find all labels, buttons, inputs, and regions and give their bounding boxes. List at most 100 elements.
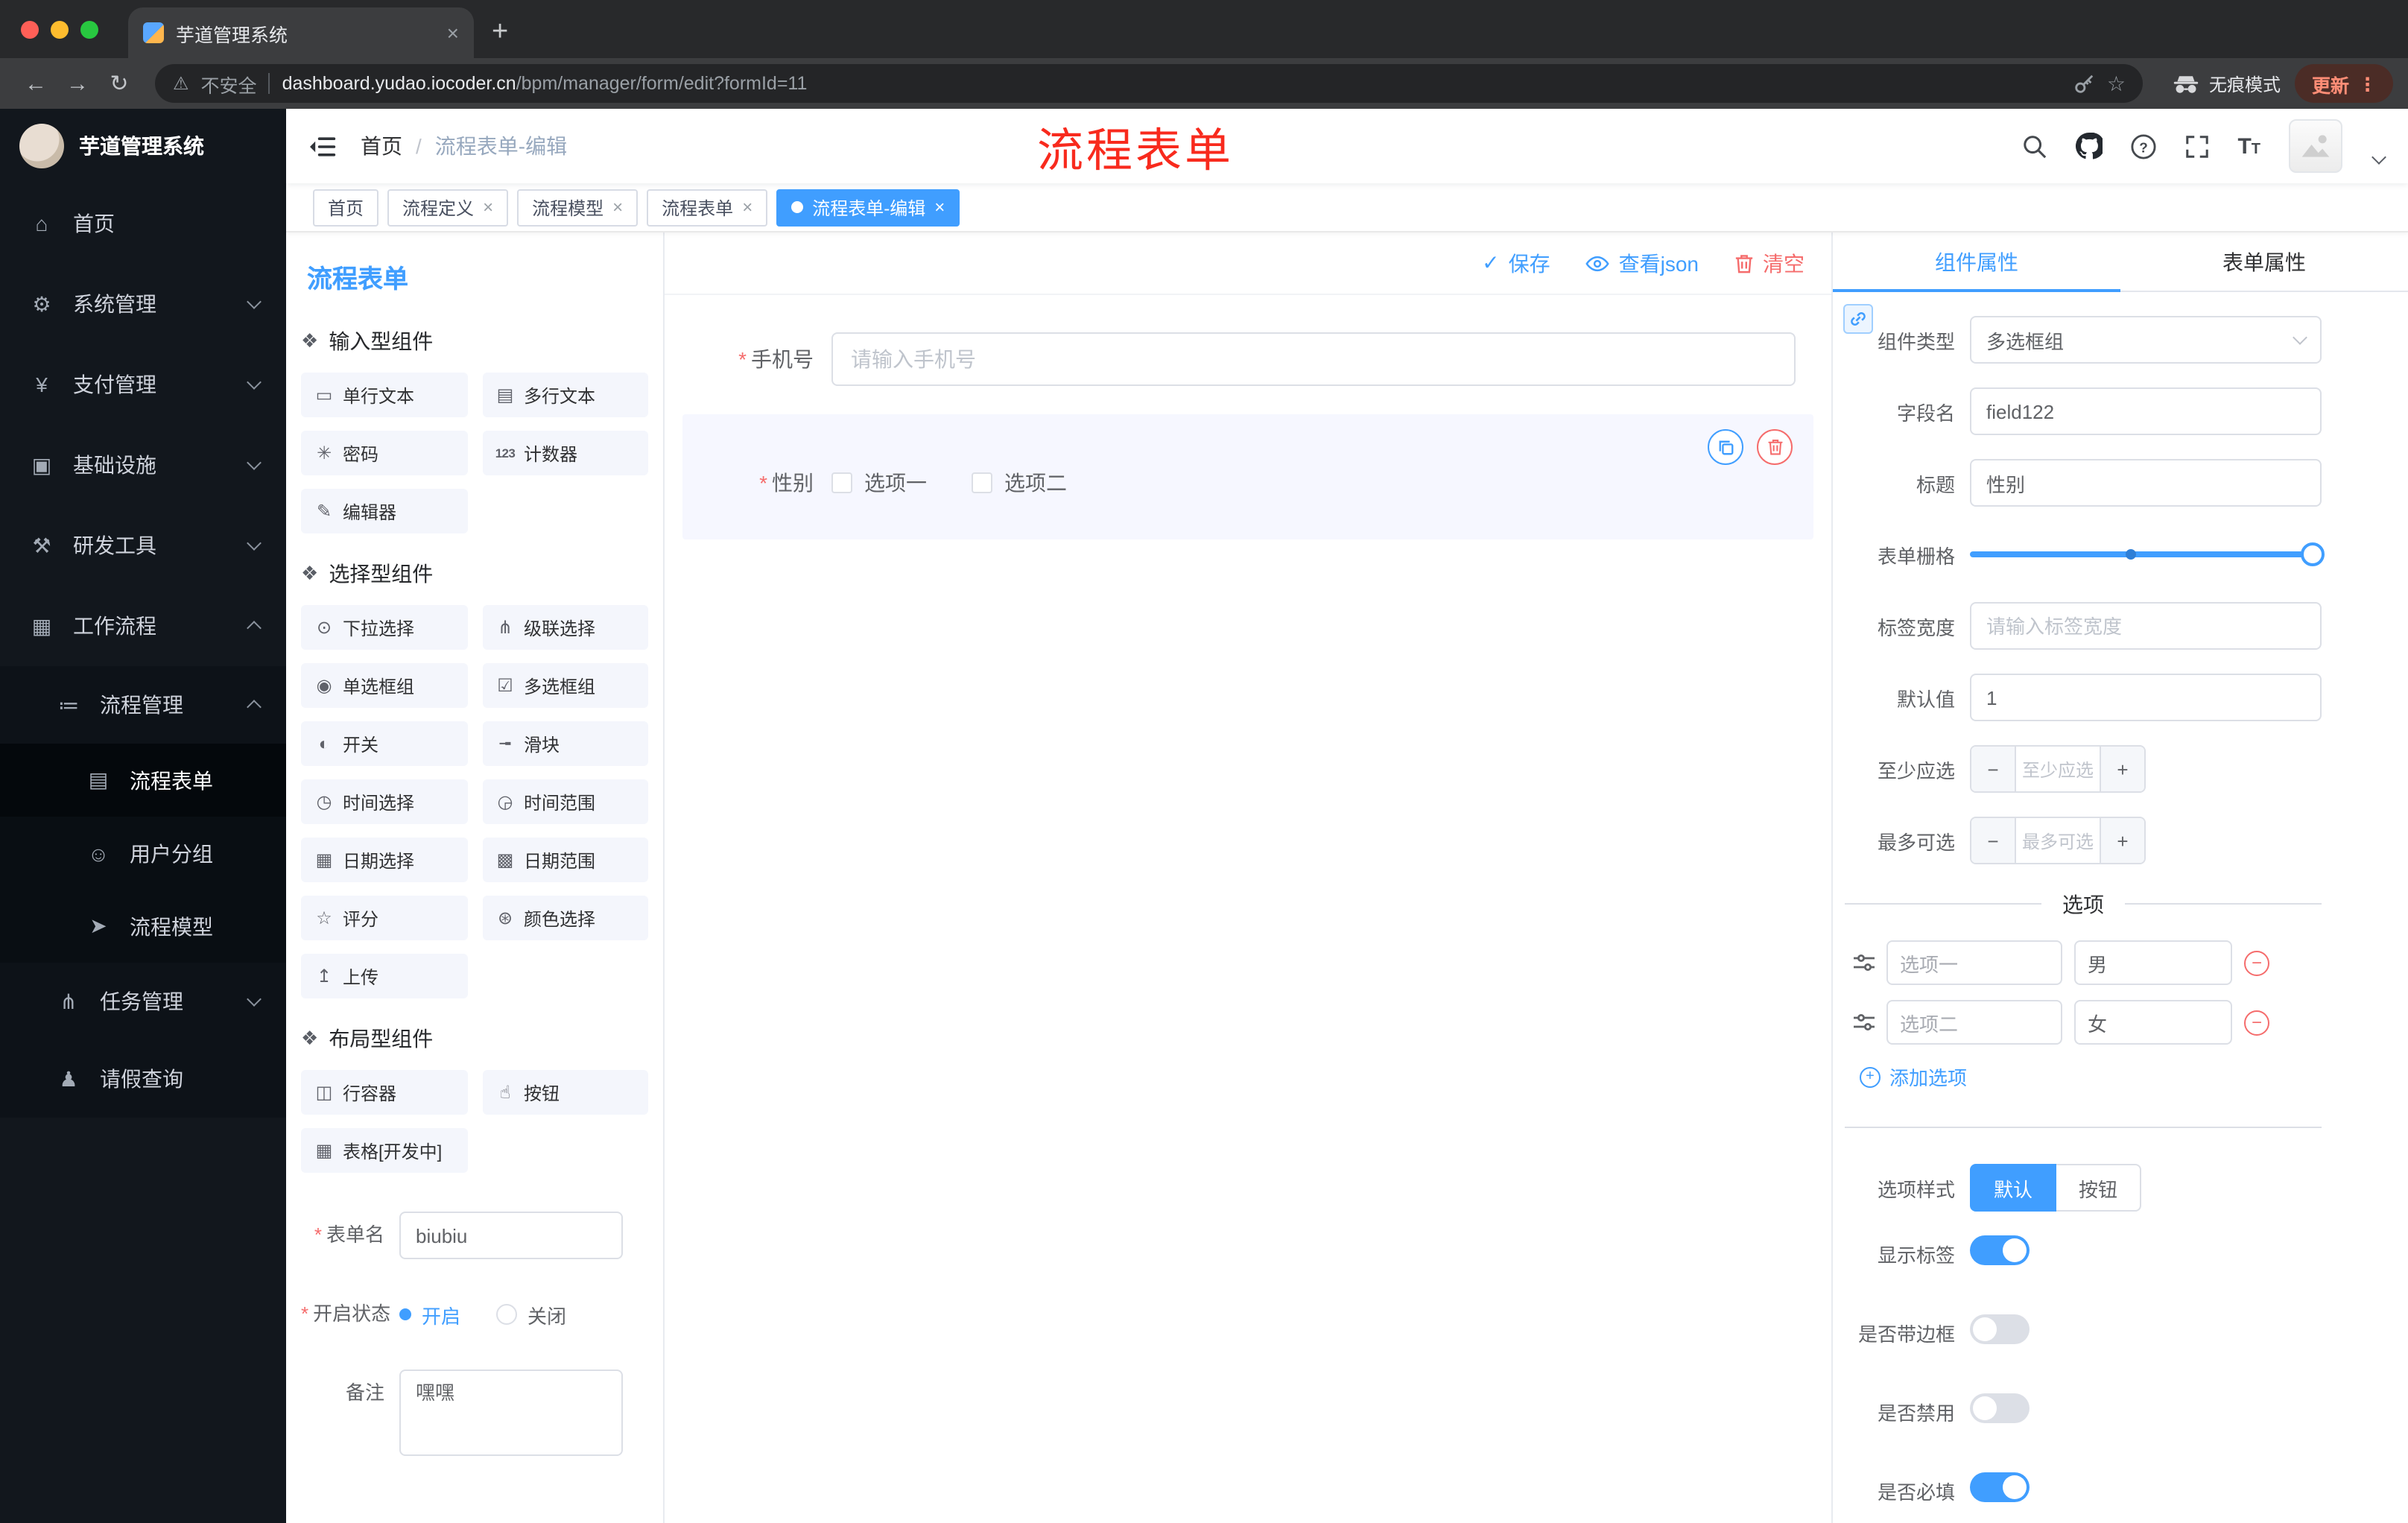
option-drag-icon[interactable] bbox=[1854, 954, 1875, 972]
avatar-caret-icon[interactable] bbox=[2371, 149, 2386, 164]
checkbox-option2[interactable]: 选项二 bbox=[972, 468, 1067, 498]
browser-menu-icon[interactable]: ⋮ bbox=[2358, 72, 2377, 95]
password-key-icon[interactable] bbox=[2073, 72, 2095, 95]
tag-home[interactable]: 首页 bbox=[313, 189, 379, 226]
stepper-placeholder[interactable]: 至少应选 bbox=[2016, 747, 2100, 791]
remove-option-button[interactable]: − bbox=[2244, 950, 2269, 975]
option-value-input[interactable] bbox=[2074, 940, 2232, 985]
component-type-select[interactable]: 多选框组 bbox=[1970, 316, 2322, 364]
chip-editor[interactable]: ✎ 编辑器 bbox=[301, 489, 467, 533]
breadcrumb-home[interactable]: 首页 bbox=[361, 131, 402, 161]
update-browser-button[interactable]: 更新 ⋮ bbox=[2295, 64, 2393, 103]
tag-close-icon[interactable]: × bbox=[612, 197, 623, 218]
tag-process-definition[interactable]: 流程定义 × bbox=[387, 189, 509, 226]
save-button[interactable]: ✓ 保存 bbox=[1482, 248, 1550, 278]
chip-color-picker[interactable]: ⊛ 颜色选择 bbox=[482, 896, 648, 940]
search-icon[interactable] bbox=[2021, 133, 2047, 159]
chip-time-picker[interactable]: ◷ 时间选择 bbox=[301, 779, 467, 824]
chip-button[interactable]: ☝ 按钮 bbox=[482, 1070, 648, 1115]
address-bar[interactable]: ⚠ 不安全 dashboard.yudao.iocoder.cn/bpm/man… bbox=[155, 64, 2144, 103]
field-row-gender-selected[interactable]: 性别 选项一 选项二 bbox=[682, 414, 1813, 539]
add-option-button[interactable]: + 添加选项 bbox=[1860, 1063, 1967, 1091]
checkbox-option1[interactable]: 选项一 bbox=[831, 468, 927, 498]
form-grid-slider[interactable] bbox=[1970, 531, 2325, 578]
bookmark-star-icon[interactable]: ☆ bbox=[2107, 71, 2126, 96]
border-switch[interactable] bbox=[1970, 1314, 2030, 1344]
fullscreen-icon[interactable] bbox=[2184, 133, 2209, 159]
chip-time-range[interactable]: ◶ 时间范围 bbox=[482, 779, 648, 824]
sidebar-item-workflow[interactable]: ▦ 工作流程 bbox=[0, 586, 286, 666]
tab-component-props[interactable]: 组件属性 bbox=[1833, 232, 2120, 292]
option-name-input[interactable] bbox=[1886, 940, 2062, 985]
sidebar-item-task-mgmt[interactable]: ⋔ 任务管理 bbox=[0, 963, 286, 1040]
chip-single-line-text[interactable]: ▭ 单行文本 bbox=[301, 373, 467, 417]
form-remark-textarea[interactable]: 嘿嘿 bbox=[399, 1370, 623, 1456]
sidebar-item-home[interactable]: ⌂ 首页 bbox=[0, 183, 286, 264]
browser-tab[interactable]: 芋道管理系统 × bbox=[128, 7, 474, 58]
chip-switch[interactable]: ◐ 开关 bbox=[301, 721, 467, 766]
option-drag-icon[interactable] bbox=[1854, 1013, 1875, 1031]
field-link-badge[interactable] bbox=[1843, 304, 1873, 334]
chip-select[interactable]: ⊙ 下拉选择 bbox=[301, 605, 467, 650]
field-name-input[interactable] bbox=[1970, 387, 2322, 435]
tab-form-props[interactable]: 表单属性 bbox=[2120, 232, 2408, 291]
stepper-increase-button[interactable]: + bbox=[2100, 747, 2144, 791]
clear-button[interactable]: 清空 bbox=[1734, 248, 1805, 278]
delete-field-button[interactable] bbox=[1757, 429, 1793, 465]
sidebar-item-infra[interactable]: ▣ 基础设施 bbox=[0, 425, 286, 505]
option-value-input[interactable] bbox=[2074, 1000, 2232, 1045]
style-default-button[interactable]: 默认 bbox=[1970, 1164, 2057, 1212]
tag-process-form[interactable]: 流程表单 × bbox=[647, 189, 768, 226]
zoom-window-button[interactable] bbox=[80, 20, 98, 38]
forward-button[interactable]: → bbox=[57, 71, 98, 96]
chip-rate[interactable]: ☆ 评分 bbox=[301, 896, 467, 940]
show-label-switch[interactable] bbox=[1970, 1235, 2030, 1265]
chip-cascader[interactable]: ⋔ 级联选择 bbox=[482, 605, 648, 650]
minimize-window-button[interactable] bbox=[51, 20, 69, 38]
tag-close-icon[interactable]: × bbox=[742, 197, 752, 218]
chip-date-picker[interactable]: ▦ 日期选择 bbox=[301, 838, 467, 882]
form-name-input[interactable] bbox=[399, 1212, 623, 1259]
sidebar-item-devtools[interactable]: ⚒ 研发工具 bbox=[0, 505, 286, 586]
phone-input[interactable] bbox=[831, 332, 1796, 386]
chip-table-dev[interactable]: ▦ 表格[开发中] bbox=[301, 1128, 467, 1173]
sidebar-item-payment[interactable]: ¥ 支付管理 bbox=[0, 344, 286, 425]
slider-track[interactable] bbox=[1970, 542, 2325, 566]
chip-slider[interactable]: ╼ 滑块 bbox=[482, 721, 648, 766]
font-size-icon[interactable]: TT bbox=[2237, 133, 2260, 159]
close-window-button[interactable] bbox=[21, 20, 39, 38]
help-icon[interactable]: ? bbox=[2130, 133, 2155, 159]
new-tab-button[interactable]: + bbox=[492, 16, 508, 49]
tag-process-form-edit[interactable]: 流程表单-编辑 × bbox=[776, 189, 960, 226]
tag-close-icon[interactable]: × bbox=[934, 197, 945, 218]
github-icon[interactable] bbox=[2075, 133, 2103, 159]
checkbox-box[interactable] bbox=[831, 472, 852, 493]
chip-upload[interactable]: ↥ 上传 bbox=[301, 954, 467, 998]
chip-date-range[interactable]: ▩ 日期范围 bbox=[482, 838, 648, 882]
stepper-increase-button[interactable]: + bbox=[2100, 818, 2144, 863]
checkbox-box[interactable] bbox=[972, 472, 992, 493]
avatar[interactable] bbox=[2289, 119, 2342, 173]
view-json-button[interactable]: 查看json bbox=[1585, 248, 1699, 278]
default-value-input[interactable] bbox=[1970, 674, 2322, 721]
title-input[interactable] bbox=[1970, 459, 2322, 507]
status-radio-off[interactable]: 关闭 bbox=[496, 1300, 566, 1329]
stepper-placeholder[interactable]: 最多可选 bbox=[2016, 818, 2100, 863]
chip-multi-line-text[interactable]: ▤ 多行文本 bbox=[482, 373, 648, 417]
sidebar-item-process-model[interactable]: ➤ 流程模型 bbox=[0, 890, 286, 963]
sidebar-item-user-group[interactable]: ☺ 用户分组 bbox=[0, 817, 286, 890]
required-switch[interactable] bbox=[1970, 1472, 2030, 1502]
chip-checkbox-group[interactable]: ☑ 多选框组 bbox=[482, 663, 648, 708]
copy-field-button[interactable] bbox=[1708, 429, 1743, 465]
chip-counter[interactable]: 123 计数器 bbox=[482, 431, 648, 475]
status-radio-on[interactable]: 开启 bbox=[399, 1300, 460, 1329]
remove-option-button[interactable]: − bbox=[2244, 1010, 2269, 1035]
hamburger-fold-icon[interactable] bbox=[310, 135, 337, 157]
slider-handle[interactable] bbox=[2301, 542, 2325, 566]
back-button[interactable]: ← bbox=[15, 71, 57, 96]
tag-process-model[interactable]: 流程模型 × bbox=[517, 189, 639, 226]
sidebar-item-system[interactable]: ⚙ 系统管理 bbox=[0, 264, 286, 344]
style-button-button[interactable]: 按钮 bbox=[2056, 1164, 2142, 1212]
tag-close-icon[interactable]: × bbox=[483, 197, 493, 218]
stepper-decrease-button[interactable]: − bbox=[1971, 747, 2016, 791]
